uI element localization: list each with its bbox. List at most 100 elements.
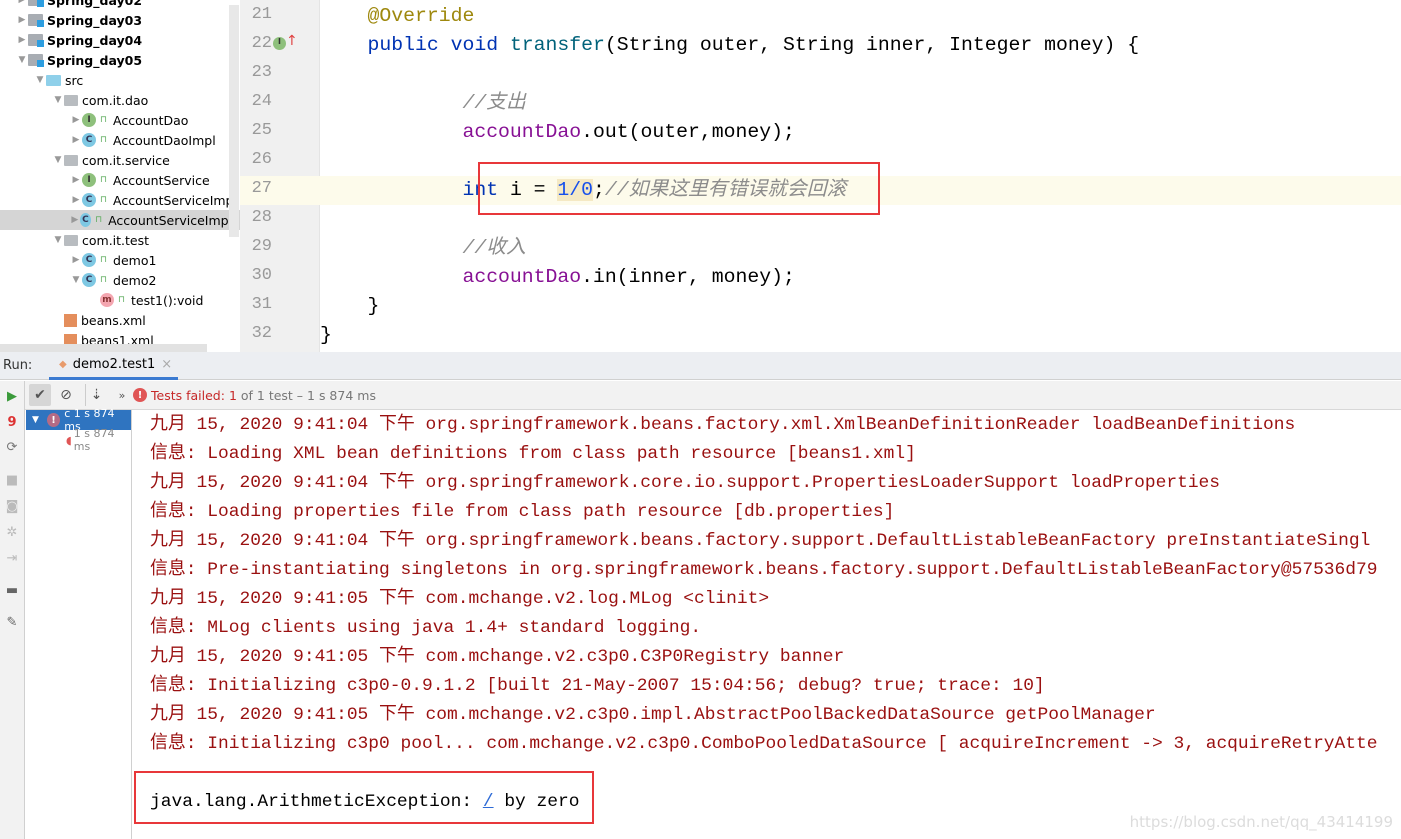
camera-icon[interactable]: ◙: [3, 497, 21, 515]
tree-item[interactable]: ▶ C ⊓ AccountDaoImpl: [0, 130, 240, 150]
expand-arrow-icon[interactable]: ▼: [52, 95, 64, 105]
tree-item-label: test1():void: [131, 292, 204, 308]
tree-item-label: Spring_day05: [47, 52, 143, 68]
expand-arrow-icon[interactable]: ▶: [70, 115, 82, 125]
code-line[interactable]: }: [320, 292, 1401, 321]
expand-arrow-icon[interactable]: ▼: [16, 55, 28, 65]
code-line[interactable]: //支出: [320, 89, 1401, 118]
code-line[interactable]: @Override: [320, 2, 1401, 31]
test-child-label: 1 s 874 ms: [73, 427, 115, 453]
more-icon[interactable]: »: [111, 384, 133, 406]
module-icon: [28, 54, 44, 67]
tree-item[interactable]: ▼ com.it.test: [0, 230, 240, 250]
tree-item[interactable]: m ⊓ test1():void: [0, 290, 240, 310]
tree-item[interactable]: ▼ Spring_day05: [0, 50, 240, 70]
run-label: Run:: [3, 358, 33, 373]
tree-item-label: src: [65, 72, 84, 88]
tree-item[interactable]: ▶ Spring_day02: [0, 0, 240, 10]
tree-scrollbar[interactable]: [229, 5, 239, 237]
tab-label: demo2.test1: [72, 356, 156, 372]
tree-item-label: Spring_day02: [47, 0, 143, 8]
tree-item[interactable]: ▼ src: [0, 70, 240, 90]
expand-arrow-icon[interactable]: ▼: [34, 75, 46, 85]
status-rest: of 1 test – 1 s 874 ms: [240, 387, 376, 403]
toggle-auto-test-icon[interactable]: ⟳: [3, 438, 21, 456]
code-token: accountDao: [320, 266, 582, 288]
tree-item-label: com.it.dao: [82, 92, 149, 108]
run-tab-bar: Run: ◆ demo2.test1 ×: [0, 352, 1401, 380]
tree-item-label: AccountDao: [113, 112, 189, 128]
tree-item[interactable]: ▶ Spring_day03: [0, 10, 240, 30]
console-line: 九月 15, 2020 9:41:05 下午 com.mchange.v2.lo…: [150, 589, 770, 609]
class-icon: C: [82, 133, 96, 147]
interface-icon: I: [82, 113, 96, 127]
code-line[interactable]: //收入: [320, 234, 1401, 263]
implements-method-icon[interactable]: I: [273, 37, 286, 50]
debug-icon[interactable]: ✲: [3, 523, 21, 541]
console-line: 九月 15, 2020 9:41:04 下午 org.springframewo…: [150, 415, 1296, 435]
tree-item[interactable]: ▶ I ⊓ AccountDao: [0, 110, 240, 130]
code-line[interactable]: }: [320, 321, 1401, 350]
test-child-item[interactable]: ◖ 1 s 874 ms: [26, 427, 131, 453]
test-toolbar: ✔ ⊘ ⇣ » ! Tests failed: 1 of 1 test – 1 …: [25, 381, 1401, 410]
sort-icon[interactable]: ⇣: [85, 384, 107, 406]
layout-icon[interactable]: ▬: [3, 581, 21, 599]
project-tree: ▶ Spring_day02 ▶ Spring_day03 ▶ Spring_day04 ▼…: [0, 0, 240, 352]
editor-gutter: 21 22 23 24 25 26 27 28 29 30 31 32 I ↑: [240, 0, 320, 352]
code-line[interactable]: accountDao.out(outer,money);: [320, 118, 1401, 147]
tree-item[interactable]: ▶ C ⊓ AccountServiceImpl2: [0, 210, 240, 230]
tree-item[interactable]: ▶ C ⊓ demo1: [0, 250, 240, 270]
console-line: 信息: Pre-instantiating singletons in org.…: [150, 560, 1378, 580]
class-icon: C: [79, 213, 92, 227]
line-number: 28: [251, 208, 272, 227]
package-icon: [64, 94, 78, 106]
show-passed-icon[interactable]: ✔: [29, 384, 51, 406]
code-token: .in(inner, money);: [581, 266, 795, 288]
tree-item[interactable]: ▼ C ⊓ demo2: [0, 270, 240, 290]
expand-arrow-icon[interactable]: ▶: [16, 0, 28, 5]
unlocked-icon: ⊓: [100, 255, 108, 265]
rerun-icon[interactable]: ▶: [3, 387, 21, 405]
tree-item[interactable]: beans.xml: [0, 310, 240, 330]
tree-item-label: AccountService: [113, 172, 210, 188]
line-number: 26: [251, 150, 272, 169]
show-ignored-icon[interactable]: ⊘: [55, 384, 77, 406]
highlight-box-code: [478, 162, 880, 215]
tree-item[interactable]: ▶ Spring_day04: [0, 30, 240, 50]
run-side-toolbar: ▶ 9 ⟳ ■ ◙ ✲ ⇥ ▬ ✎: [0, 381, 25, 839]
tree-item[interactable]: ▶ I ⊓ AccountService: [0, 170, 240, 190]
expand-arrow-icon[interactable]: ▶: [16, 15, 28, 25]
console-line: 九月 15, 2020 9:41:04 下午 org.springframewo…: [150, 473, 1221, 493]
tab-demo2-test1[interactable]: ◆ demo2.test1 ×: [49, 352, 179, 380]
source-folder-icon: [46, 74, 61, 86]
code-line[interactable]: public void transfer(String outer, Strin…: [320, 31, 1401, 60]
expand-arrow-icon[interactable]: ▶: [70, 215, 80, 225]
tree-item-label: demo1: [113, 252, 157, 268]
line-number: 21: [251, 5, 272, 24]
code-token: public void: [320, 34, 510, 56]
line-number: 31: [251, 295, 272, 314]
tree-item[interactable]: ▼ com.it.dao: [0, 90, 240, 110]
unlocked-icon: ⊓: [100, 175, 108, 185]
expand-arrow-icon[interactable]: ▼: [52, 235, 64, 245]
tree-item[interactable]: ▼ com.it.service: [0, 150, 240, 170]
spring-xml-icon: [64, 313, 77, 327]
expand-arrow-icon[interactable]: ▼: [70, 275, 82, 285]
pin-icon[interactable]: ✎: [3, 613, 21, 631]
expand-arrow-icon[interactable]: ▶: [70, 135, 82, 145]
expand-arrow-icon[interactable]: ▼: [52, 155, 64, 165]
expand-arrow-icon[interactable]: ▶: [70, 195, 82, 205]
tree-item[interactable]: ▶ C ⊓ AccountServiceImpl: [0, 190, 240, 210]
rerun-failed-icon[interactable]: 9: [3, 413, 21, 431]
line-number: 22: [251, 34, 272, 53]
expand-arrow-icon[interactable]: ▶: [16, 35, 28, 45]
close-icon[interactable]: ×: [161, 357, 172, 372]
stop-icon[interactable]: ■: [3, 471, 21, 489]
error-icon: !: [46, 413, 61, 427]
console-line: 信息: Initializing c3p0-0.9.1.2 [built 21-…: [150, 676, 1045, 696]
expand-arrow-icon[interactable]: ▶: [70, 255, 82, 265]
expand-arrow-icon[interactable]: ▶: [70, 175, 82, 185]
code-line[interactable]: accountDao.in(inner, money);: [320, 263, 1401, 292]
import-icon[interactable]: ⇥: [3, 549, 21, 567]
code-line[interactable]: [320, 60, 1401, 89]
